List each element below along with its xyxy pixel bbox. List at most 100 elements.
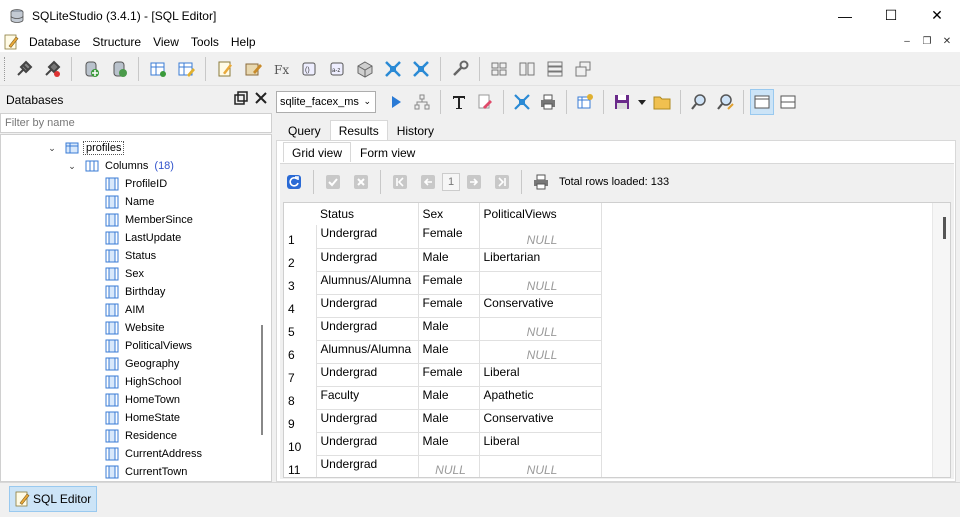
save-sql-icon[interactable] [610,89,634,115]
table-row[interactable]: 6 Alumnus/Alumna Male NULL [284,340,602,364]
previous-page-icon[interactable] [417,171,439,193]
database-select[interactable]: sqlite_facex_ms ⌄ [276,91,376,113]
explain-query-icon[interactable] [410,89,434,115]
chevron-down-icon[interactable]: ⌄ [67,161,77,172]
column-header-politicalviews[interactable]: PoliticalViews [479,203,602,225]
edit-table-icon[interactable] [173,56,199,82]
cell-politicalviews[interactable]: Libertarian [479,248,602,272]
cell-sex[interactable]: Female [418,225,480,249]
tree-item-column[interactable]: CurrentTown [105,463,187,481]
table-row[interactable]: 5 Undergrad Male NULL [284,317,602,341]
cell-sex[interactable]: Female [418,294,480,318]
filter-input[interactable]: Filter by name [0,113,272,133]
menu-view[interactable]: View [147,35,185,49]
minimize-button[interactable]: — [822,0,868,31]
tree-item-column[interactable]: MemberSince [105,211,193,229]
tree-item-column[interactable]: Name [105,193,154,211]
tree-item-column[interactable]: Status [105,247,156,265]
menu-tools[interactable]: Tools [185,35,225,49]
next-page-icon[interactable] [463,171,485,193]
cell-sex[interactable]: Male [418,409,480,433]
commit-icon[interactable] [322,171,344,193]
cell-politicalviews[interactable]: Liberal [479,432,602,456]
tree-item-columns[interactable]: ⌄ Columns (18) [67,157,174,175]
cell-status[interactable]: Undergrad [316,317,419,341]
table-row[interactable]: 4 Undergrad Female Conservative [284,294,602,318]
tile-windows-icon[interactable] [486,56,512,82]
chevron-down-icon[interactable] [636,89,648,115]
cell-status[interactable]: Alumnus/Alumna [316,271,419,295]
table-row[interactable]: 1 Undergrad Female NULL [284,225,602,249]
cell-politicalviews[interactable]: NULL [479,340,602,364]
tab-grid-view[interactable]: Grid view [283,142,352,162]
edit-database-icon[interactable] [106,56,132,82]
tree-item-column[interactable]: Birthday [105,283,165,301]
import-icon[interactable] [380,56,406,82]
cell-status[interactable]: Undergrad [316,455,419,477]
cell-status[interactable]: Undergrad [316,248,419,272]
maximize-button[interactable]: ☐ [868,0,914,31]
close-panel-icon[interactable] [254,91,268,105]
cell-sex[interactable]: Female [418,271,480,295]
menu-structure[interactable]: Structure [86,35,147,49]
grid-scroll-thumb[interactable] [943,217,946,239]
cell-politicalviews[interactable]: Liberal [479,363,602,387]
tile-horizontal-icon[interactable] [514,56,540,82]
tree-item-column[interactable]: PoliticalViews [105,337,192,355]
grid-vertical-scrollbar[interactable] [932,203,950,477]
tree-item-column[interactable]: HighSchool [105,373,181,391]
cell-status[interactable]: Undergrad [316,294,419,318]
cube-icon[interactable] [352,56,378,82]
tree-item-column[interactable]: AIM [105,301,145,319]
mdi-close-button[interactable]: ✕ [938,33,956,49]
table-row[interactable]: 11 Undergrad NULL NULL [284,455,602,477]
tree-item-column[interactable]: Sex [105,265,144,283]
sql-editor-window-button[interactable]: SQL Editor [9,486,97,512]
cell-politicalviews[interactable]: Conservative [479,409,602,433]
create-view-icon[interactable] [573,89,597,115]
cell-status[interactable]: Undergrad [316,225,419,249]
cell-politicalviews[interactable]: NULL [479,271,602,295]
print-results-icon[interactable] [530,171,552,193]
tree-item-column[interactable]: Website [105,319,165,337]
table-row[interactable]: 3 Alumnus/Alumna Female NULL [284,271,602,295]
tree-item-column[interactable]: LastUpdate [105,229,181,247]
table-row[interactable]: 2 Undergrad Male Libertarian [284,248,602,272]
cell-status[interactable]: Undergrad [316,409,419,433]
tree-item-column[interactable]: Residence [105,427,177,445]
tree-item-column[interactable]: HomeTown [105,391,180,409]
cell-sex[interactable]: Male [418,248,480,272]
tile-vertical-icon[interactable] [542,56,568,82]
open-sql-editor-icon[interactable] [212,56,238,82]
cell-sex[interactable]: Male [418,386,480,410]
last-page-icon[interactable] [491,171,513,193]
open-folder-icon[interactable] [650,89,674,115]
find-icon[interactable] [687,89,711,115]
tree-item-column[interactable]: CurrentAddress [105,445,202,463]
cell-politicalviews[interactable]: NULL [479,225,602,249]
tab-form-view[interactable]: Form view [351,142,424,162]
chevron-down-icon[interactable]: ⌄ [47,143,57,154]
extensions-icon[interactable]: a-z [324,56,350,82]
cell-politicalviews[interactable]: NULL [479,317,602,341]
connect-icon[interactable] [11,56,37,82]
disconnect-icon[interactable] [39,56,65,82]
refresh-icon[interactable] [283,171,305,193]
print-icon[interactable] [536,89,560,115]
cell-sex[interactable]: Male [418,340,480,364]
tab-results[interactable]: Results [329,120,388,140]
cell-politicalviews[interactable]: Conservative [479,294,602,318]
tree-item-column[interactable]: Geography [105,355,179,373]
results-below-toggle-icon[interactable] [750,89,774,115]
rollback-icon[interactable] [350,171,372,193]
export-icon[interactable] [408,56,434,82]
format-sql-icon[interactable] [447,89,471,115]
tab-history[interactable]: History [388,120,443,140]
cell-sex[interactable]: NULL [418,455,480,477]
results-grid[interactable]: Status Sex PoliticalViews 1 Undergrad Fema… [283,202,951,478]
first-page-icon[interactable] [389,171,411,193]
tab-query[interactable]: Query [279,120,330,140]
cell-status[interactable]: Faculty [316,386,419,410]
ddl-history-icon[interactable] [240,56,266,82]
clear-editor-icon[interactable] [473,89,497,115]
